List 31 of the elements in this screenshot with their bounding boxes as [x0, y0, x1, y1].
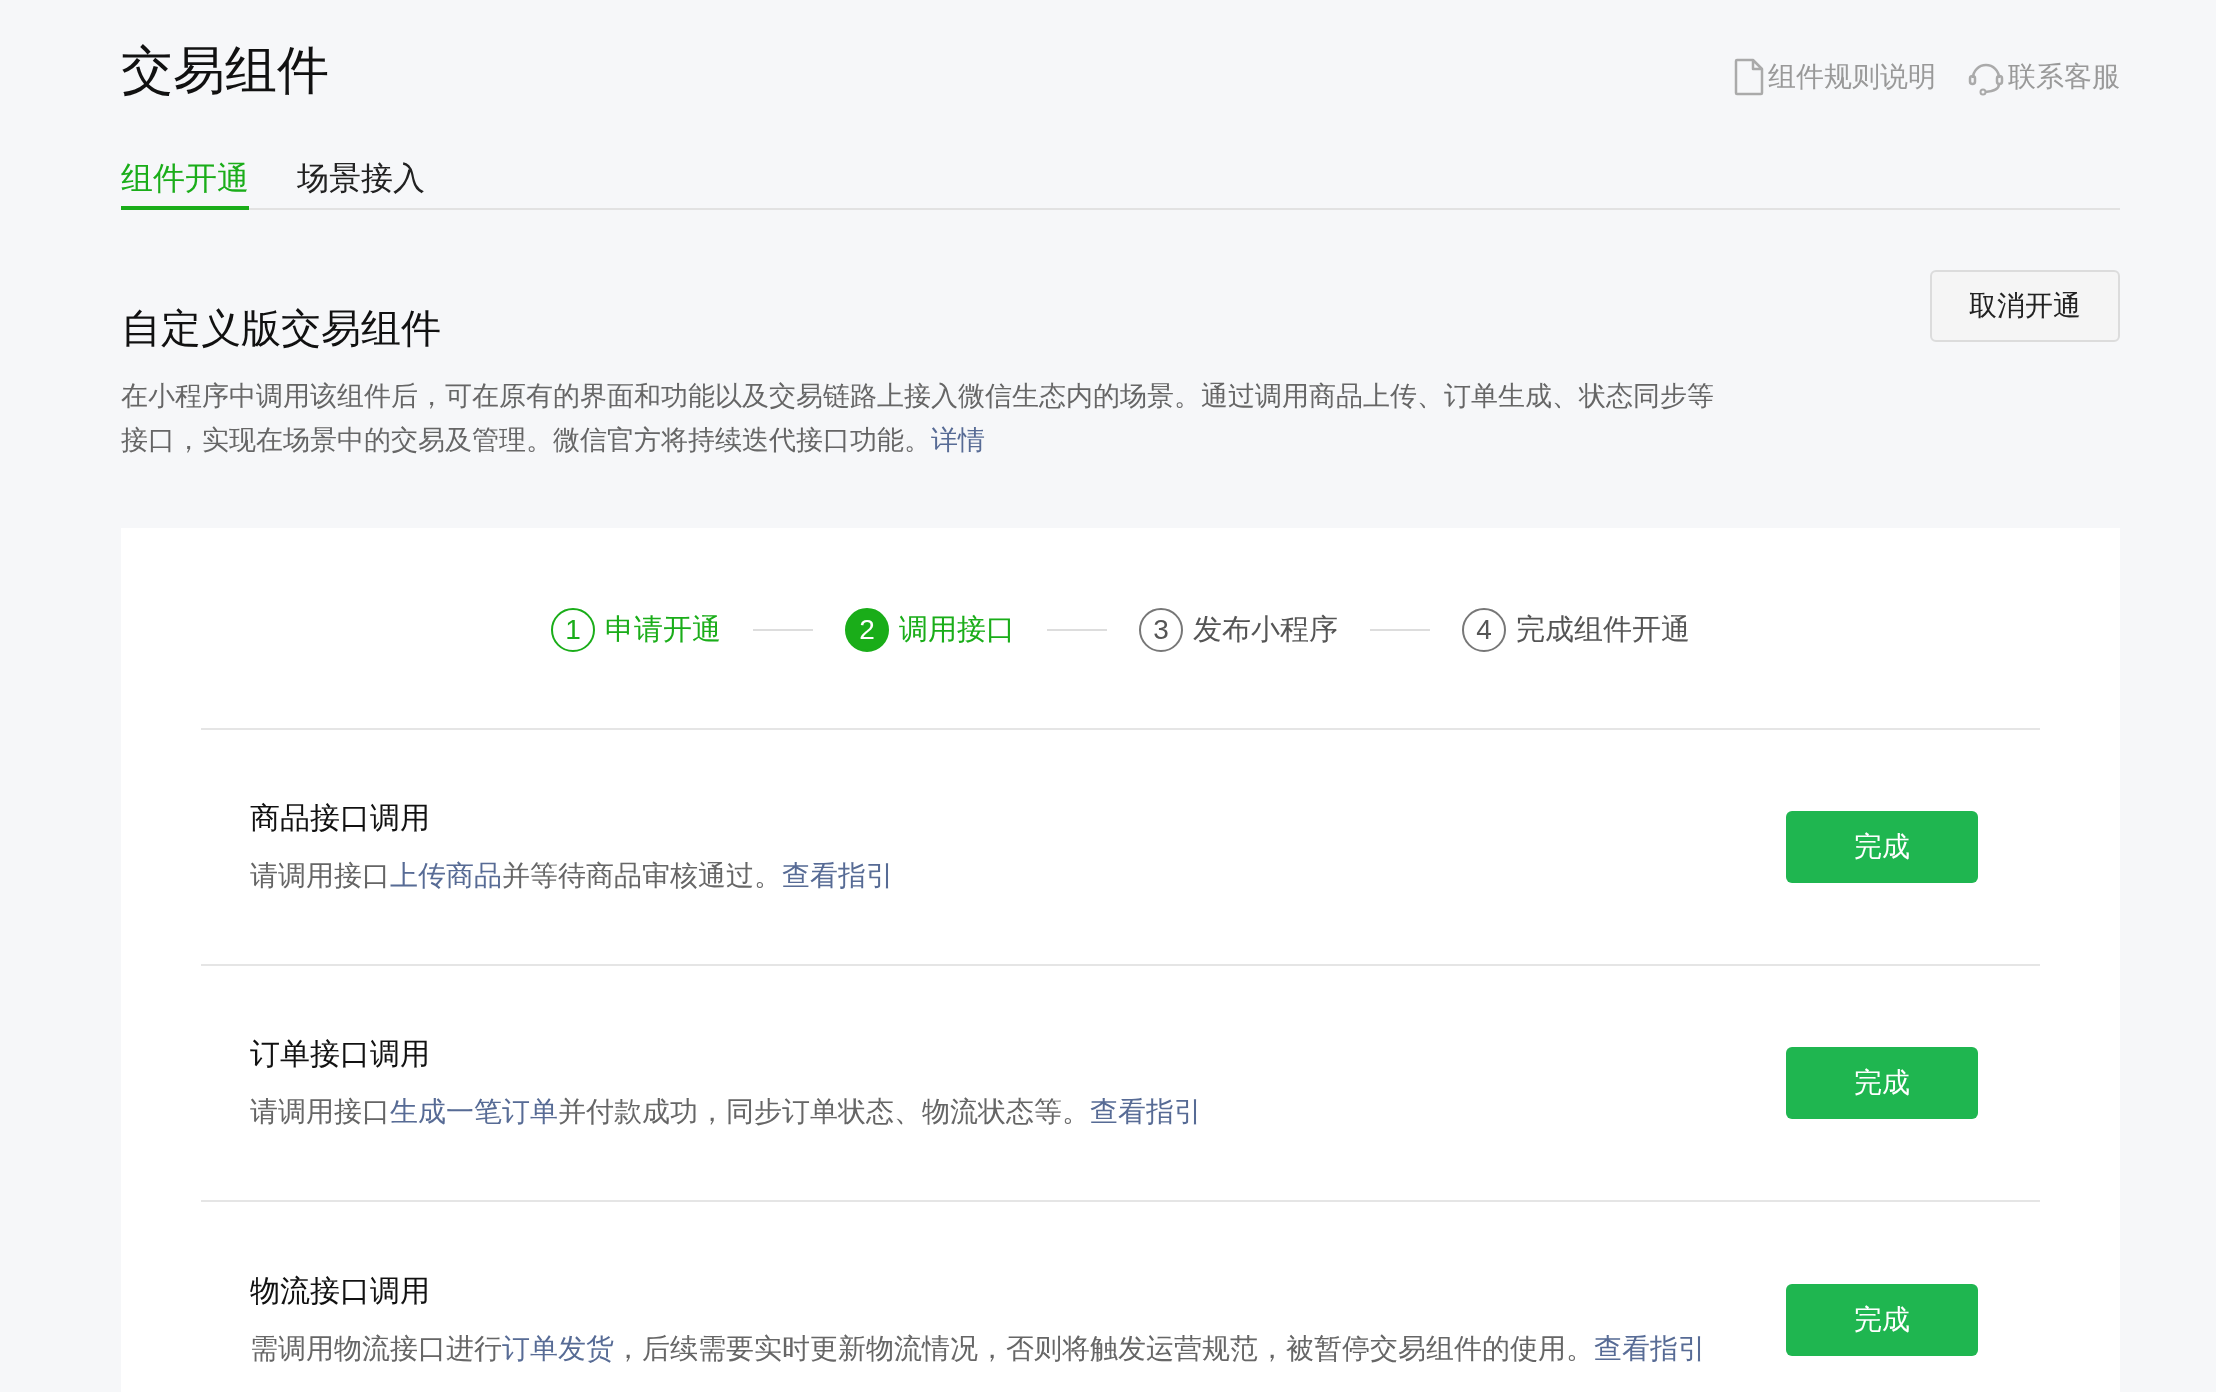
done-button[interactable]: 完成 [1786, 1047, 1978, 1119]
step-label: 申请开通 [605, 612, 721, 648]
link[interactable]: 查看指引 [782, 860, 894, 891]
cancel-button[interactable]: 取消开通 [1930, 270, 2120, 342]
section-title: 自定义版交易组件 [121, 305, 442, 352]
done-button[interactable]: 完成 [1786, 1284, 1978, 1356]
link[interactable]: 上传商品 [390, 860, 502, 891]
tab[interactable]: 场景接入 [297, 150, 425, 210]
task-title: 物流接口调用 [250, 1273, 431, 1309]
link[interactable]: 详情 [931, 425, 985, 455]
link[interactable]: 生成一笔订单 [390, 1096, 558, 1127]
step-number: 4 [1462, 608, 1506, 652]
task-description: 需调用物流接口进行订单发货，后续需要实时更新物流情况，否则将触发运营规范，被暂停交易组件的使用。查看指引 [250, 1332, 1706, 1366]
step-number: 2 [845, 608, 889, 652]
done-button[interactable]: 完成 [1786, 811, 1978, 883]
step-label: 发布小程序 [1193, 612, 1338, 648]
link[interactable]: 查看指引 [1090, 1096, 1202, 1127]
step-label: 调用接口 [899, 612, 1015, 648]
step-label: 完成组件开通 [1516, 612, 1690, 648]
step-number: 3 [1139, 608, 1183, 652]
task-description: 请调用接口生成一笔订单并付款成功，同步订单状态、物流状态等。查看指引 [250, 1095, 1202, 1129]
link[interactable]: 订单发货 [502, 1333, 614, 1364]
link[interactable]: 查看指引 [1594, 1333, 1706, 1364]
step-number: 1 [551, 608, 595, 652]
task-title: 商品接口调用 [250, 800, 431, 836]
document-icon [1734, 58, 1764, 96]
task-description: 请调用接口上传商品并等待商品审核通过。查看指引 [250, 859, 894, 893]
tab[interactable]: 组件开通 [121, 150, 249, 210]
page-title: 交易组件 [121, 40, 329, 101]
section-description: 在小程序中调用该组件后，可在原有的界面和功能以及交易链路上接入微信生态内的场景。通过调用商品上传、订单生成、状态同步等接口，实现在场景中的交易及管理。微信官方将持续迭代接口功能。详情 [121, 380, 1715, 457]
task-title: 订单接口调用 [250, 1036, 431, 1072]
